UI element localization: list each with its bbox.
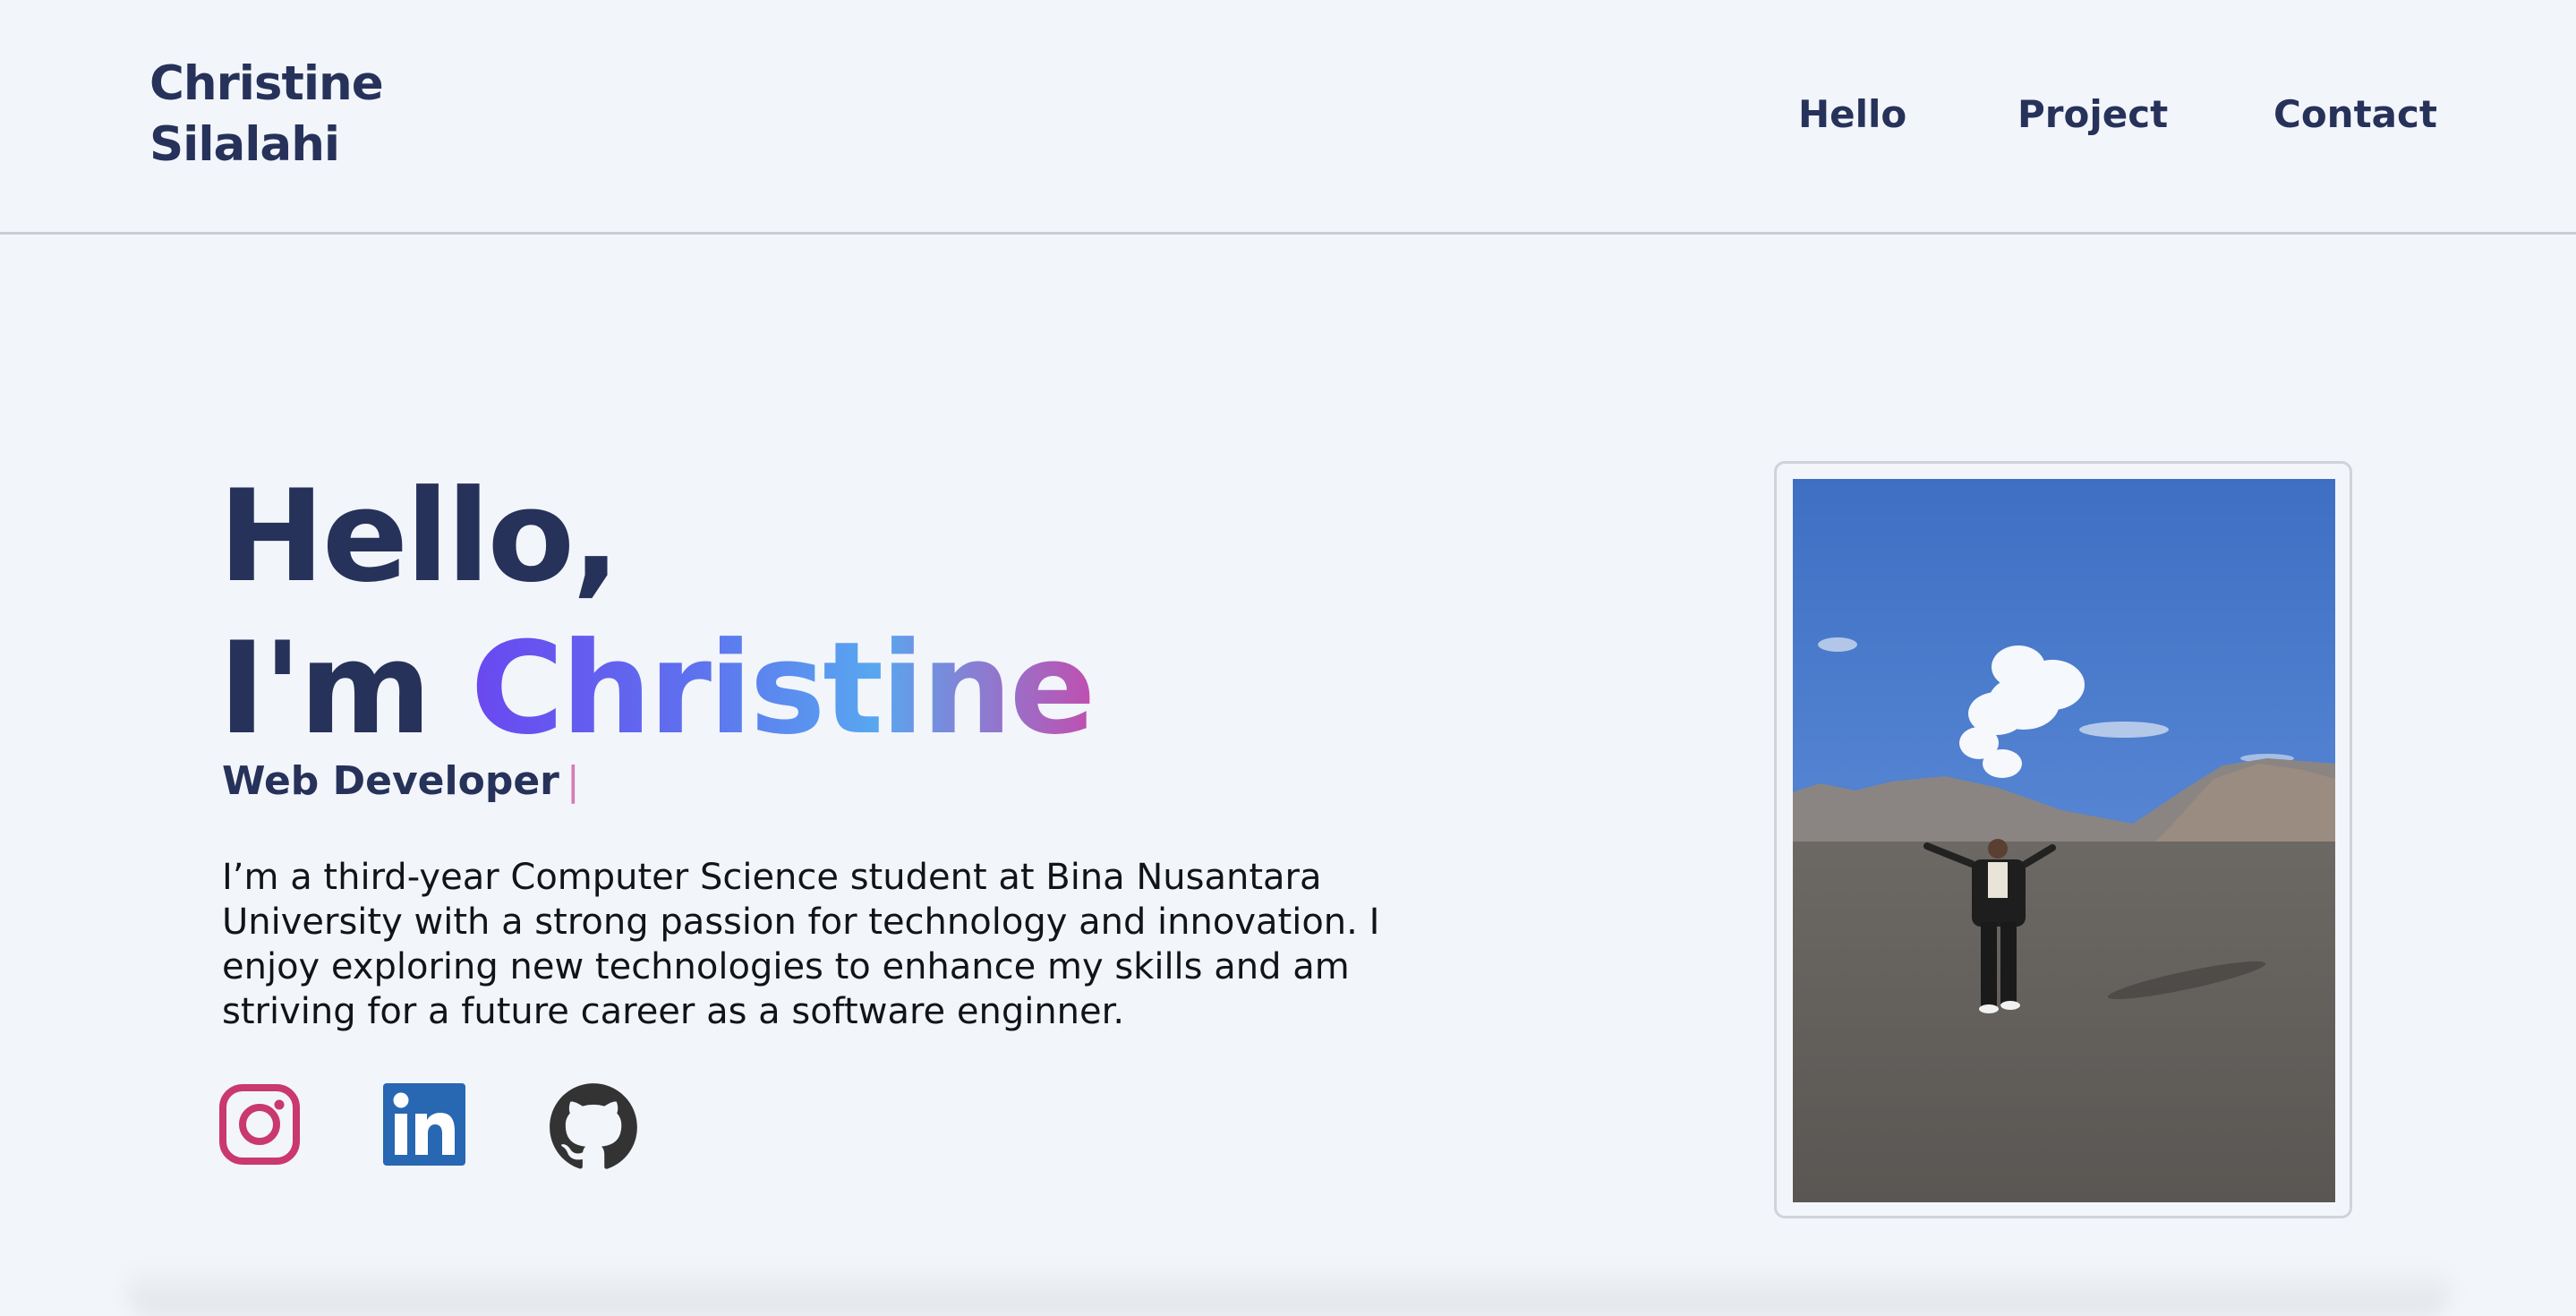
profile-photo: [1793, 479, 2335, 1202]
profile-photo-frame: [1774, 461, 2352, 1218]
hero-bio: I’m a third-year Computer Science studen…: [222, 857, 1380, 1032]
typing-cursor: |: [566, 758, 580, 804]
section-shadow: [125, 1262, 2452, 1316]
hero-role: Web Developer |: [222, 755, 580, 808]
main-nav: Hello Project Contact: [0, 90, 2576, 143]
github-icon[interactable]: [548, 1081, 637, 1171]
nav-link-contact[interactable]: Contact: [2273, 90, 2437, 140]
nav-link-project[interactable]: Project: [2017, 90, 2168, 140]
site-header: Christine Silalahi Hello Project Contact: [0, 0, 2576, 235]
hero-greeting: Hello,: [218, 463, 620, 611]
nav-link-hello[interactable]: Hello: [1798, 90, 1906, 140]
intro-prefix: I'm: [218, 615, 431, 763]
linkedin-icon[interactable]: [383, 1083, 473, 1173]
hero-name: Christine: [470, 615, 1096, 763]
hero-intro: I'm Christine: [218, 613, 1096, 765]
instagram-icon[interactable]: [218, 1083, 308, 1173]
role-text: Web Developer: [222, 758, 559, 804]
